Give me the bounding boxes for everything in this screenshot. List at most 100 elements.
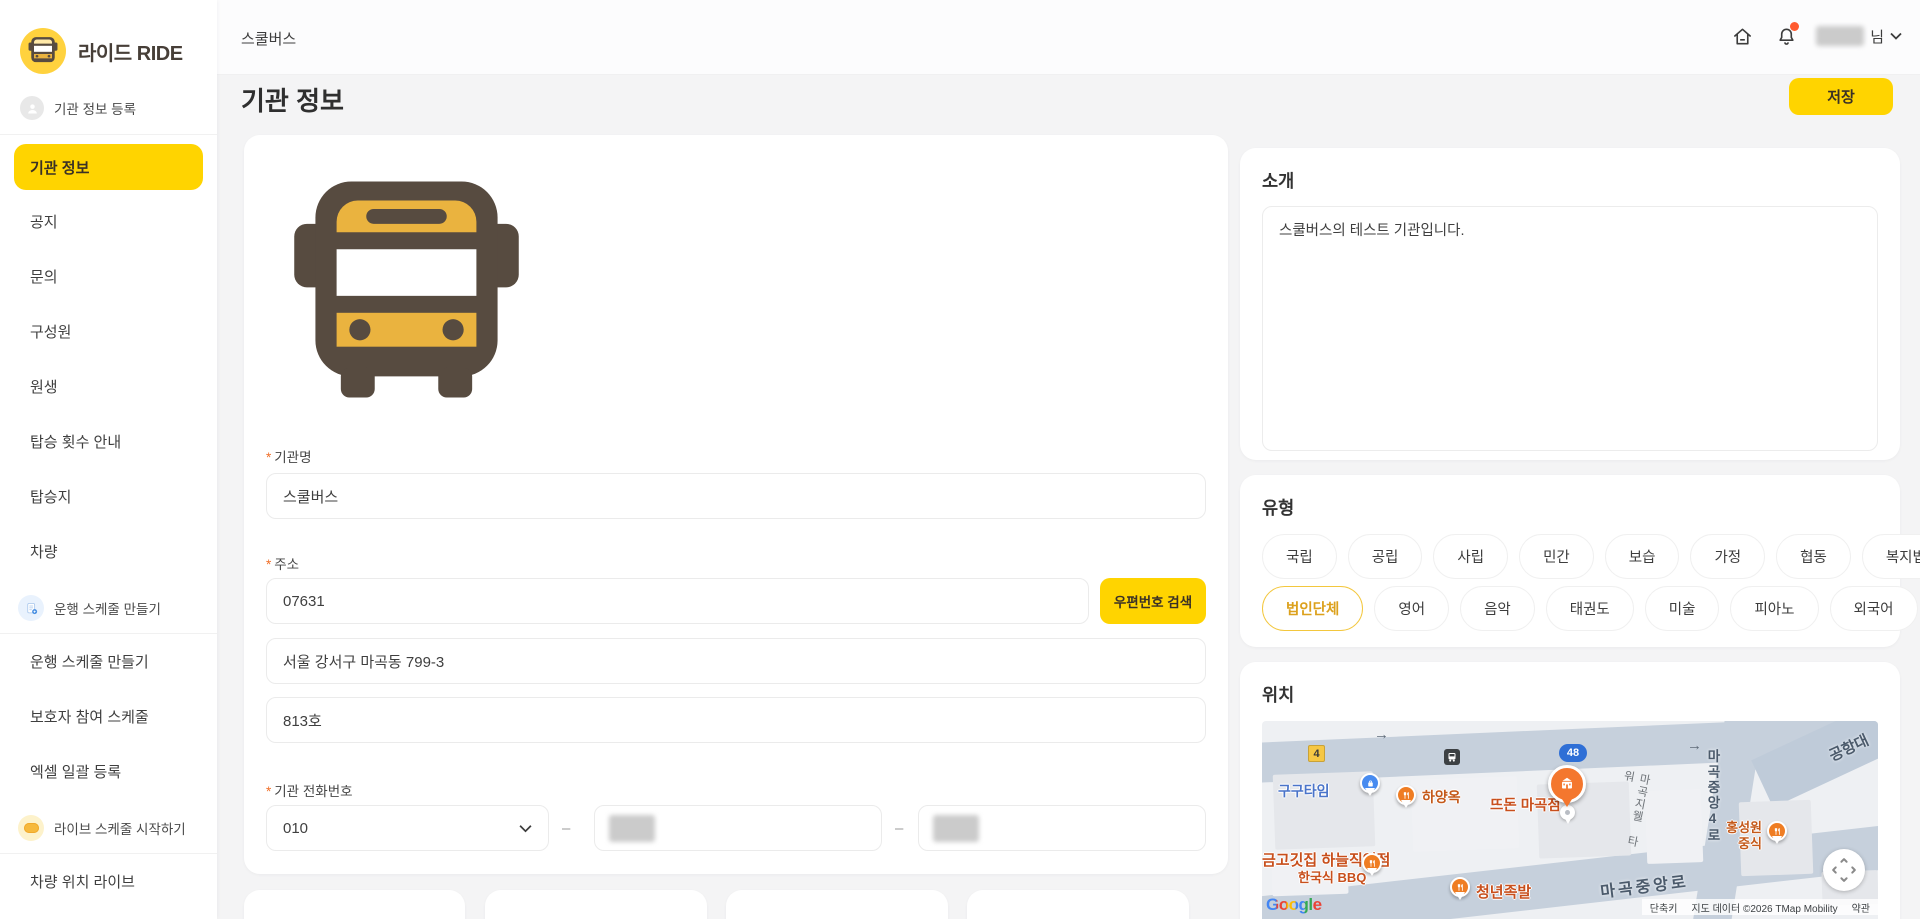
type-chip-selected[interactable]: 법인단체 — [1262, 586, 1363, 631]
sidebar-item-inquiry[interactable]: 문의 — [0, 249, 217, 304]
bus-stop-icon — [1444, 749, 1460, 765]
page-title: 기관 정보 — [241, 81, 344, 118]
phone-last-input[interactable] — [918, 805, 1206, 851]
type-chip[interactable]: 외국어 — [1830, 586, 1918, 631]
poi-label[interactable]: 뜨돈 마곡점 — [1490, 794, 1561, 815]
postal-code-input[interactable] — [266, 578, 1089, 624]
sidebar-menu: 기관 정보 공지 문의 구성원 원생 탑승 횟수 안내 탑승지 차량 — [0, 135, 217, 579]
org-info-card: *기관명 *주소 우편번호 검색 *기관 전화번호 010 – – — [244, 135, 1228, 874]
type-chip[interactable]: 가정 — [1690, 534, 1765, 579]
phone-label: *기관 전화번호 — [266, 780, 353, 800]
sidebar-item-register[interactable]: 기관 정보 등록 — [0, 74, 217, 134]
poi-label[interactable]: 하양옥 — [1422, 787, 1461, 807]
phone-middle-redacted — [609, 815, 655, 842]
types-card: 유형 국립 공립 사립 민간 보습 가정 협동 복지법인 법인단체 영어 음악 … — [1240, 475, 1900, 647]
map-attribution: 단축키 지도 데이터 ©2026 TMap Mobility 약관 — [1642, 899, 1878, 915]
breadcrumb: 스쿨버스 — [241, 28, 296, 49]
save-button[interactable]: 저장 — [1789, 78, 1893, 115]
type-chip[interactable]: 음악 — [1460, 586, 1535, 631]
sidebar-item-vehicles[interactable]: 차량 — [0, 524, 217, 579]
org-name-input[interactable] — [266, 473, 1206, 519]
location-title: 위치 — [1262, 682, 1878, 707]
poi-label[interactable]: 한국식 BBQ — [1298, 867, 1366, 886]
type-chip[interactable]: 민간 — [1519, 534, 1594, 579]
type-chip[interactable]: 영어 — [1374, 586, 1449, 631]
types-title: 유형 — [1262, 495, 1878, 520]
chevron-down-icon — [519, 824, 532, 833]
phone-separator: – — [895, 820, 903, 837]
tab-stops-card[interactable]: 탑승지 — [726, 890, 948, 919]
org-name-label: *기관명 — [266, 446, 312, 466]
notification-dot — [1790, 22, 1799, 31]
home-button[interactable] — [1728, 22, 1756, 50]
sidebar-section-schedule: 운행 스케줄 만들기 — [0, 579, 217, 633]
sidebar-item-vehicle-live[interactable]: 차량 위치 라이브 — [0, 854, 217, 909]
sidebar-item-ride-count[interactable]: 탑승 횟수 안내 — [0, 414, 217, 469]
one-way-arrow-icon: → — [1374, 726, 1389, 743]
route-badge: 48 — [1559, 744, 1587, 762]
intro-title: 소개 — [1262, 168, 1878, 193]
one-way-arrow-icon: → — [1687, 737, 1702, 754]
register-label: 기관 정보 등록 — [54, 98, 136, 118]
tab-students-card[interactable]: 원생 — [244, 890, 465, 919]
sidebar-item-org-info[interactable]: 기관 정보 — [14, 144, 203, 190]
chevron-down-icon — [1890, 32, 1902, 40]
live-bus-icon — [18, 815, 44, 841]
google-logo: Google — [1266, 895, 1322, 915]
chip-row-1: 국립 공립 사립 민간 보습 가정 협동 복지법인 — [1262, 534, 1878, 579]
sidebar-item-members[interactable]: 구성원 — [0, 304, 217, 359]
sidebar-item-notice[interactable]: 공지 — [0, 194, 217, 249]
restaurant-pin-icon[interactable] — [1767, 821, 1787, 841]
tab-vehicles-card[interactable]: 차량 — [485, 890, 707, 919]
type-chip[interactable]: 복지법인 — [1862, 534, 1920, 579]
map-shortcut-link[interactable]: 단축키 — [1650, 900, 1678, 915]
type-chip[interactable]: 태권도 — [1546, 586, 1634, 631]
user-name-redacted — [1816, 26, 1864, 46]
restaurant-pin-icon[interactable] — [1450, 877, 1470, 897]
sidebar-item-students[interactable]: 원생 — [0, 359, 217, 414]
sidebar-item-create-schedule[interactable]: 운행 스케줄 만들기 — [0, 634, 217, 689]
address-line2-input[interactable] — [266, 697, 1206, 743]
address-line1-input[interactable] — [266, 638, 1206, 684]
section-label: 운행 스케줄 만들기 — [54, 598, 161, 618]
restaurant-pin-icon[interactable] — [1396, 785, 1416, 805]
sidebar-item-excel-bulk[interactable]: 엑셀 일괄 등록 — [0, 744, 217, 799]
address-label: *주소 — [266, 553, 299, 573]
sidebar-item-guardian-schedule[interactable]: 보호자 참여 스케줄 — [0, 689, 217, 744]
type-chip[interactable]: 피아노 — [1730, 586, 1818, 631]
notification-bell-button[interactable] — [1772, 22, 1800, 50]
poi-label[interactable]: 중식 — [1692, 833, 1762, 852]
postal-search-button[interactable]: 우편번호 검색 — [1100, 578, 1206, 624]
bus-illustration — [290, 173, 523, 406]
app-title: 라이드 RIDE — [78, 37, 183, 66]
sidebar-item-stops[interactable]: 탑승지 — [0, 469, 217, 524]
map[interactable]: → → 4 48 마곡중앙4로 공항대 마곡중앙로 마곡지웰 타워 구구타임 하… — [1262, 721, 1878, 919]
map-terms-link[interactable]: 약관 — [1852, 900, 1870, 915]
type-chip[interactable]: 국립 — [1262, 534, 1337, 579]
type-chip[interactable]: 미술 — [1645, 586, 1720, 631]
app-logo[interactable]: 라이드 RIDE — [0, 0, 217, 74]
user-suffix: 님 — [1870, 26, 1884, 47]
map-pan-control[interactable] — [1823, 849, 1865, 891]
person-icon — [20, 96, 44, 120]
type-chip[interactable]: 공립 — [1348, 534, 1423, 579]
tab-schedule-card[interactable]: 스케줄 — [967, 890, 1189, 919]
sidebar-section-live: 라이브 스케줄 시작하기 — [0, 799, 217, 853]
restaurant-pin-icon[interactable] — [1362, 853, 1382, 873]
org-location-marker[interactable] — [1548, 765, 1586, 803]
poi-label-blue[interactable]: 구구타임 — [1278, 781, 1330, 801]
poi-label[interactable]: 청년족발 — [1476, 881, 1531, 902]
shop-pin-icon[interactable] — [1360, 773, 1380, 793]
bus-logo-icon — [20, 28, 66, 74]
phone-middle-input[interactable] — [594, 805, 882, 851]
map-data-credit: 지도 데이터 ©2026 TMap Mobility — [1691, 900, 1837, 915]
section-label: 라이브 스케줄 시작하기 — [54, 818, 186, 838]
intro-card: 소개 스쿨버스의 테스트 기관입니다. — [1240, 148, 1900, 460]
type-chip[interactable]: 협동 — [1776, 534, 1851, 579]
phone-prefix-select[interactable]: 010 — [266, 805, 549, 851]
type-chip[interactable]: 보습 — [1605, 534, 1680, 579]
user-menu[interactable]: 님 — [1816, 26, 1902, 47]
intro-textarea[interactable]: 스쿨버스의 테스트 기관입니다. — [1262, 206, 1878, 451]
chip-row-2: 법인단체 영어 음악 태권도 미술 피아노 외국어 — [1262, 586, 1878, 631]
type-chip[interactable]: 사립 — [1433, 534, 1508, 579]
